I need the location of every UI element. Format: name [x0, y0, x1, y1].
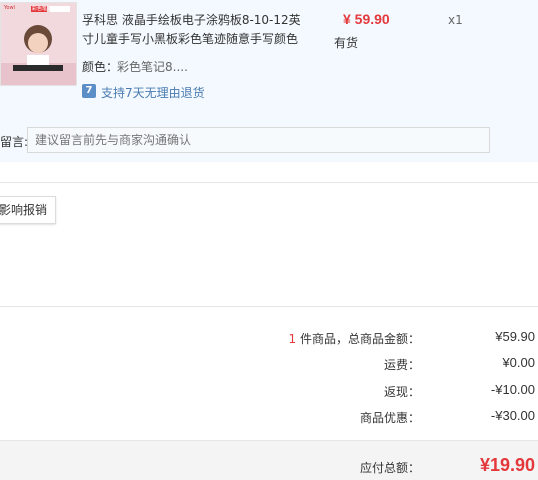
color-label: 颜色：	[82, 60, 119, 74]
total-value: ¥19.90	[479, 455, 535, 475]
thumb-brand: Yowl	[4, 5, 15, 11]
return-policy-icon: 7	[82, 84, 96, 98]
divider	[0, 182, 538, 183]
product-thumbnail[interactable]: Yowl 彩色笔迹	[0, 2, 77, 86]
thumb-tag: 彩色笔迹	[32, 6, 53, 12]
product-title[interactable]: 孚科思 液晶手绘板电子涂鸦板8-10-12英寸儿童手写小黑板彩色笔迹随意手写颜色	[82, 11, 307, 49]
items-total-value: ¥59.90	[495, 329, 535, 344]
return-policy-link[interactable]: 支持7天无理由退货	[101, 84, 205, 101]
divider	[0, 306, 538, 307]
stock-status: 有货	[334, 36, 359, 50]
message-label: 留言:	[0, 135, 29, 149]
color-value: 彩色笔记8....	[117, 60, 188, 74]
discount-value: -¥30.00	[490, 408, 535, 423]
product-quantity: x1	[448, 13, 463, 27]
product-image	[1, 3, 76, 85]
cashback-value: -¥10.00	[490, 382, 535, 397]
report-button[interactable]: 影响报销	[0, 196, 56, 224]
message-input[interactable]	[27, 127, 490, 153]
product-price: ¥ 59.90	[343, 11, 390, 27]
shipping-value: ¥0.00	[502, 355, 535, 370]
